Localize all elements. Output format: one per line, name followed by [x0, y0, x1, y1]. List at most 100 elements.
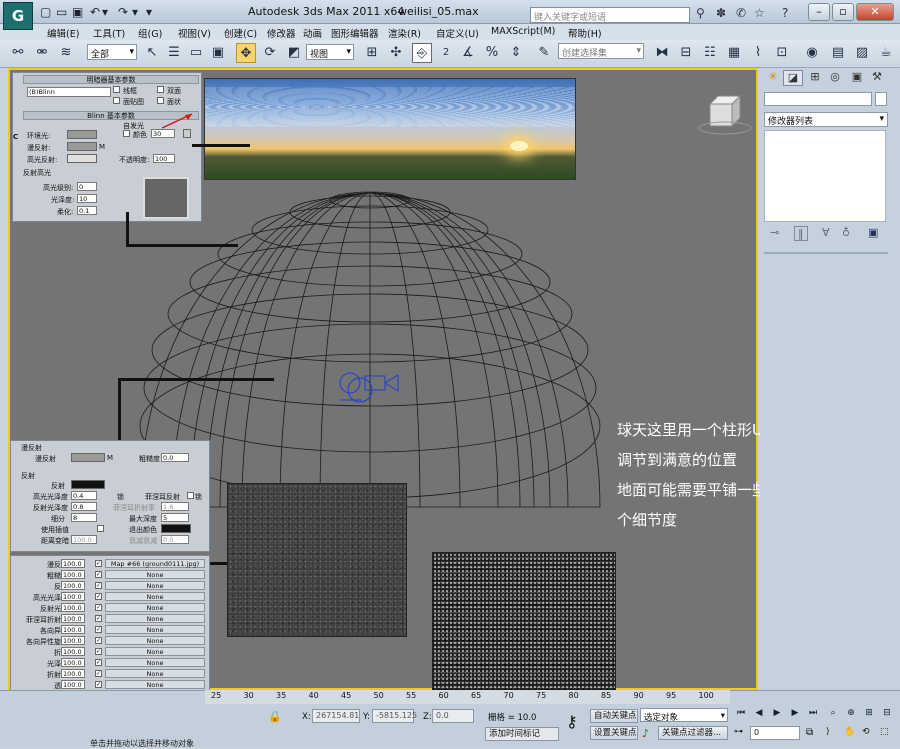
- bind-spacewarp-icon[interactable]: ≋: [56, 43, 76, 63]
- opacity-input[interactable]: 100: [153, 154, 175, 163]
- select-object-icon[interactable]: ↖: [142, 43, 162, 63]
- map-slot-button[interactable]: None: [105, 614, 205, 623]
- graphite-toolbox-icon[interactable]: ▦: [724, 43, 744, 63]
- menu-edit[interactable]: 编辑(E): [47, 26, 79, 40]
- map-slot-button[interactable]: None: [105, 581, 205, 590]
- material-editor-icon[interactable]: ◉: [802, 43, 822, 63]
- field-of-view-icon[interactable]: ⟩: [826, 727, 830, 737]
- modifier-stack[interactable]: [764, 130, 886, 222]
- communication-icon[interactable]: ✆: [736, 6, 746, 20]
- time-config-icon[interactable]: ⧉: [806, 727, 813, 738]
- utilities-tab-icon[interactable]: ⚒: [867, 70, 887, 86]
- redo-icon[interactable]: ↷: [118, 5, 128, 19]
- map-enable-checkbox[interactable]: ✓: [95, 560, 102, 567]
- display-tab-icon[interactable]: ▣: [847, 70, 867, 86]
- map-enable-checkbox[interactable]: ✓: [95, 571, 102, 578]
- pivot-center-icon[interactable]: ⊞: [362, 43, 382, 63]
- zoom-icon[interactable]: ⌕: [826, 708, 840, 722]
- map-slot-button[interactable]: None: [105, 603, 205, 612]
- map-slot-button[interactable]: None: [105, 636, 205, 645]
- map-amount-input[interactable]: 100.0: [61, 680, 85, 689]
- use-interp-checkbox[interactable]: [97, 525, 104, 532]
- map-enable-checkbox[interactable]: ✓: [95, 681, 102, 688]
- snaps-toggle-icon[interactable]: 2: [436, 43, 456, 63]
- map-slot-button[interactable]: None: [105, 680, 205, 689]
- subdivs-input[interactable]: 8: [71, 513, 97, 522]
- subscription-icon[interactable]: ✽: [716, 6, 726, 20]
- keyboard-shortcut-override-icon[interactable]: ⎆: [412, 43, 432, 63]
- link-icon[interactable]: ⚯: [8, 43, 28, 63]
- play-icon[interactable]: ▶: [770, 708, 784, 722]
- zoom-extents-all-icon[interactable]: ⊟: [880, 708, 894, 722]
- rect-selection-icon[interactable]: ▭: [186, 43, 206, 63]
- auto-key-button[interactable]: 自动关键点: [590, 709, 638, 723]
- map-amount-input[interactable]: 100.0: [61, 658, 85, 667]
- set-key-button[interactable]: 设置关键点: [590, 726, 638, 740]
- menu-maxscript[interactable]: MAXScript(M): [491, 26, 555, 37]
- menu-animation[interactable]: 动画: [303, 26, 322, 40]
- map-slot-button[interactable]: None: [105, 658, 205, 667]
- search-input[interactable]: 键入关键字或短语: [530, 7, 690, 23]
- diffuse-swatch[interactable]: [67, 142, 97, 151]
- map-amount-input[interactable]: 100.0: [61, 592, 85, 601]
- select-manipulate-icon[interactable]: ✣: [386, 43, 406, 63]
- create-tab-icon[interactable]: ✳: [763, 70, 783, 86]
- refl-gloss-input[interactable]: 0.8: [71, 502, 97, 511]
- window-crossing-icon[interactable]: ▣: [208, 43, 228, 63]
- ref-coord-dropdown[interactable]: 视图 ▾: [306, 44, 354, 60]
- key-mode-dropdown[interactable]: 选定对象 ▾: [640, 708, 728, 723]
- map-amount-input[interactable]: 100.0: [61, 647, 85, 656]
- shader-basic-params-header[interactable]: 明暗器基本参数: [23, 75, 199, 84]
- z-coordinate-input[interactable]: 0.0: [432, 709, 474, 723]
- key-icon[interactable]: ⚷: [566, 712, 578, 731]
- glossiness-input[interactable]: 10: [77, 194, 97, 203]
- map-enable-checkbox[interactable]: ✓: [95, 604, 102, 611]
- roughness-input[interactable]: 0.0: [161, 453, 189, 462]
- reflect-swatch[interactable]: [71, 480, 105, 489]
- x-coordinate-input[interactable]: 267154.81: [312, 709, 360, 723]
- rendered-frame-icon[interactable]: ▨: [852, 43, 872, 63]
- undo-dropdown-icon[interactable]: ▾: [102, 5, 108, 19]
- layer-manager-icon[interactable]: ☷: [700, 43, 720, 63]
- configure-modifier-sets-icon[interactable]: ▣: [868, 226, 878, 239]
- remove-modifier-icon[interactable]: ♁: [842, 226, 850, 239]
- quick-access-dropdown-icon[interactable]: ▾: [146, 5, 152, 19]
- map-amount-input[interactable]: 100.0: [61, 636, 85, 645]
- edit-named-sets-icon[interactable]: ✎: [534, 43, 554, 63]
- map-enable-checkbox[interactable]: ✓: [95, 648, 102, 655]
- map-amount-input[interactable]: 100.0: [61, 625, 85, 634]
- map-amount-input[interactable]: 100.0: [61, 669, 85, 678]
- unlink-icon[interactable]: ⚮: [32, 43, 52, 63]
- binoculars-icon[interactable]: ⚲: [696, 6, 705, 20]
- y-coordinate-input[interactable]: -5815.125: [372, 709, 417, 723]
- ambient-swatch[interactable]: [67, 130, 97, 139]
- hl-gloss-input[interactable]: 0.4: [71, 491, 97, 500]
- hierarchy-tab-icon[interactable]: ⊞: [805, 70, 825, 86]
- zoom-all-icon[interactable]: ⊕: [844, 708, 858, 722]
- lock-selection-icon[interactable]: 🔒: [268, 710, 282, 723]
- diffuse-swatch[interactable]: [71, 453, 105, 462]
- modifier-list-dropdown[interactable]: 修改器列表 ▾: [764, 112, 888, 127]
- faceted-checkbox[interactable]: [157, 97, 164, 104]
- diffuse-map-button[interactable]: M: [107, 454, 113, 462]
- select-by-name-icon[interactable]: ☰: [164, 43, 184, 63]
- maximize-button[interactable]: ▫: [832, 3, 854, 21]
- motion-tab-icon[interactable]: ◎: [825, 70, 845, 86]
- fresnel-ior-input[interactable]: 1.6: [161, 502, 189, 511]
- angle-snap-icon[interactable]: ∡: [458, 43, 478, 63]
- previous-frame-icon[interactable]: ◀: [752, 708, 766, 722]
- minimize-button[interactable]: –: [808, 3, 830, 21]
- dim-falloff-input[interactable]: 0.0: [161, 535, 189, 544]
- close-button[interactable]: ✕: [856, 3, 894, 21]
- map-slot-button[interactable]: None: [105, 669, 205, 678]
- add-time-tag-button[interactable]: 添加时间标记: [485, 727, 559, 741]
- shader-type-dropdown[interactable]: (B)Blinn: [27, 87, 111, 97]
- fresnel-lock-label[interactable]: 锁: [195, 492, 202, 502]
- curve-editor-icon[interactable]: ⌇: [748, 43, 768, 63]
- map-amount-input[interactable]: 100.0: [61, 603, 85, 612]
- pan-view-icon[interactable]: ✋: [844, 727, 855, 737]
- menu-create[interactable]: 创建(C): [224, 26, 257, 40]
- default-in-out-tangent-icon[interactable]: ♪: [642, 727, 649, 740]
- zoom-extents-icon[interactable]: ⊞: [862, 708, 876, 722]
- undo-icon[interactable]: ↶: [90, 5, 100, 19]
